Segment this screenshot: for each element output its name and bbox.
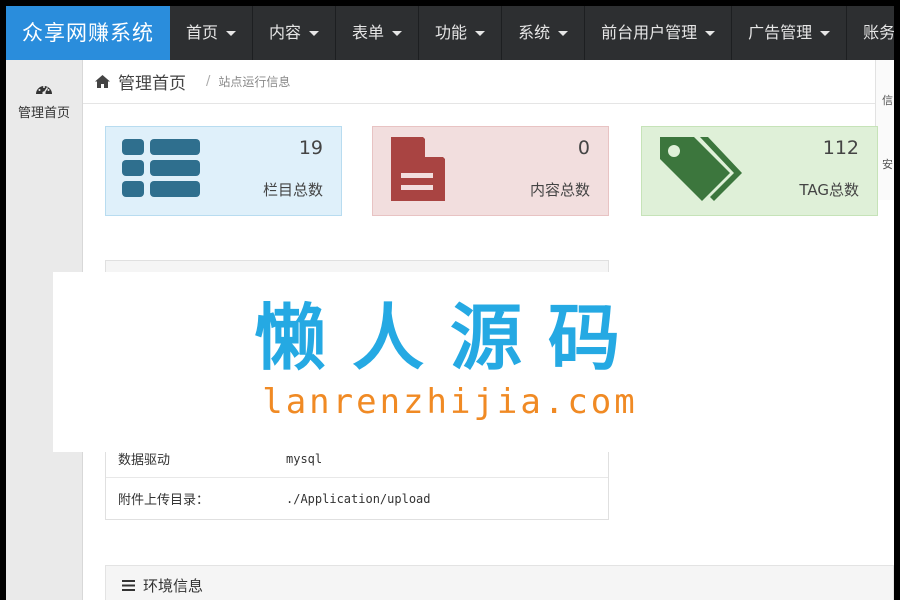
watermark-en: lanrenzhijia.com: [262, 382, 638, 422]
home-icon: [95, 75, 110, 88]
breadcrumb: 管理首页 / 站点运行信息: [83, 60, 875, 104]
caret-down-icon: [820, 30, 831, 36]
list-icon: [122, 139, 200, 197]
top-navbar: 众享网赚系统 首页 内容 表单 功能 系统 前台用户管理 广告管理 账务管理: [6, 6, 894, 60]
caret-down-icon: [705, 30, 716, 36]
stat-value: 0: [577, 137, 590, 159]
nav-item-home[interactable]: 首页: [170, 6, 254, 60]
stat-label: 栏目总数: [262, 181, 323, 199]
caret-down-icon: [226, 30, 237, 36]
info-key: 附件上传目录：: [118, 493, 210, 508]
tags-icon: [660, 137, 742, 201]
caret-down-icon: [392, 30, 403, 36]
stat-card-tags[interactable]: 112 TAG总数: [641, 126, 878, 216]
table-row: 附件上传目录： ./Application/upload: [106, 477, 608, 519]
breadcrumb-home[interactable]: 管理首页: [118, 69, 186, 94]
right-panel-char: 信: [882, 94, 893, 107]
watermark-overlay: 懒人源码 lanrenzhijia.com: [53, 272, 847, 452]
stat-card-categories[interactable]: 19 栏目总数: [105, 126, 342, 216]
brand-logo[interactable]: 众享网赚系统: [6, 6, 170, 60]
nav-item-frontend-users[interactable]: 前台用户管理: [585, 6, 733, 60]
right-panel-char: 安: [882, 158, 893, 171]
caret-down-icon: [558, 30, 569, 36]
caret-down-icon: [475, 30, 486, 36]
menu-icon: [122, 579, 135, 591]
env-info-header: 环境信息: [105, 565, 894, 600]
nav-item-system[interactable]: 系统: [502, 6, 586, 60]
env-title: 环境信息: [143, 576, 204, 595]
stat-value: 112: [822, 137, 859, 159]
dashboard-icon: [36, 86, 52, 95]
sidebar-item-label: 管理首页: [17, 106, 70, 121]
stat-label: TAG总数: [799, 181, 859, 199]
stat-label: 内容总数: [529, 181, 590, 199]
caret-down-icon: [309, 30, 320, 36]
nav-item-features[interactable]: 功能: [419, 6, 503, 60]
nav-item-ads[interactable]: 广告管理: [732, 6, 848, 60]
breadcrumb-current: 站点运行信息: [218, 75, 291, 89]
info-value: mysql: [286, 451, 323, 466]
stat-value: 19: [298, 137, 323, 159]
info-value: ./Application/upload: [286, 491, 431, 506]
nav-menu: 首页 内容 表单 功能 系统 前台用户管理 广告管理 账务管理: [170, 6, 894, 60]
nav-item-finance[interactable]: 账务管理: [847, 6, 894, 60]
nav-item-forms[interactable]: 表单: [336, 6, 420, 60]
nav-item-content[interactable]: 内容: [253, 6, 337, 60]
sidebar-item-dashboard[interactable]: 管理首页: [6, 60, 82, 121]
watermark-cn: 懒人源码: [253, 296, 646, 380]
breadcrumb-separator: /: [206, 74, 211, 89]
stat-card-content[interactable]: 0 内容总数: [372, 126, 609, 216]
file-icon: [391, 137, 445, 201]
